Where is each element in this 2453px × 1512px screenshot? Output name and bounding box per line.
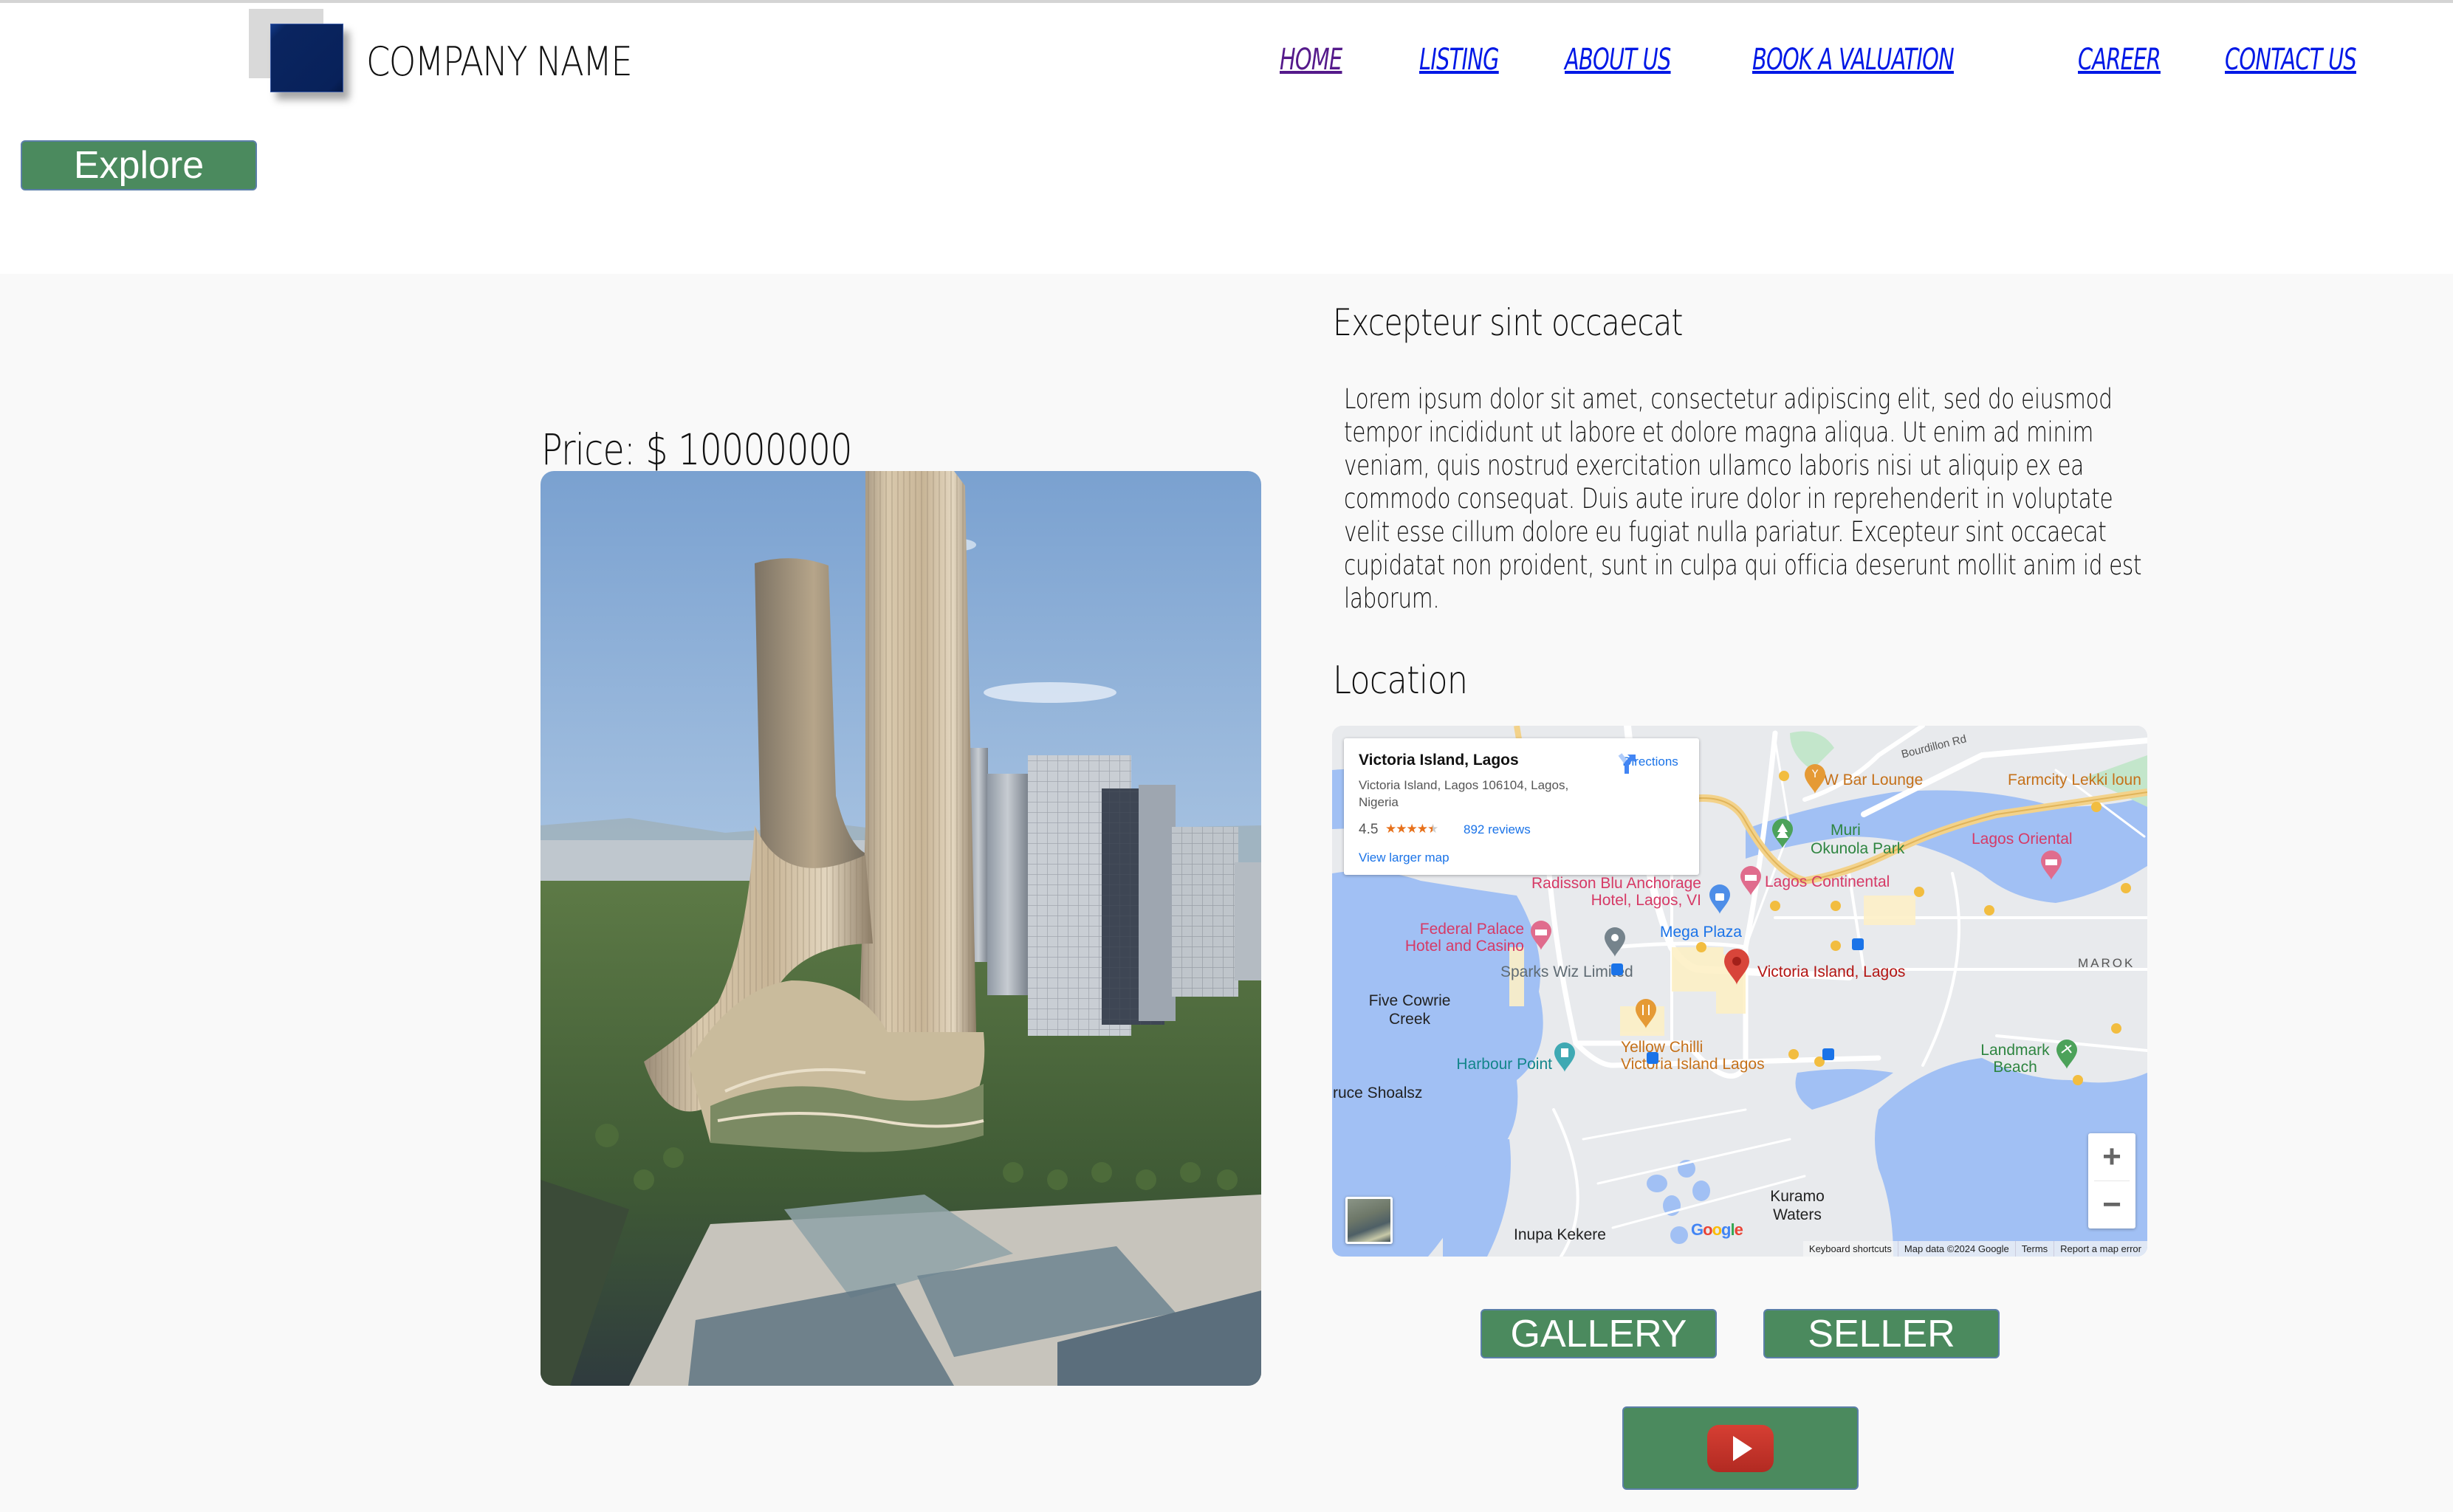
map-attribution-bar: Keyboard shortcuts Map data ©2024 Google… bbox=[1802, 1241, 2147, 1257]
map-zoom-control: + − bbox=[2088, 1133, 2135, 1228]
map-label-line: Landmark bbox=[1980, 1042, 2050, 1059]
map-label-line: Hotel, Lagos, VI bbox=[1591, 892, 1701, 909]
nav-home[interactable]: HOME bbox=[1280, 43, 1342, 77]
reviews-link[interactable]: 892 reviews bbox=[1464, 822, 1531, 837]
satellite-toggle-button[interactable] bbox=[1345, 1197, 1393, 1244]
map-label-hotel[interactable]: Radisson Blu Anchorage Hotel, Lagos, VI bbox=[1523, 875, 1701, 909]
map-label-hotel[interactable]: Lagos Continental bbox=[1765, 873, 1890, 891]
map-label-line: Kuramo bbox=[1770, 1188, 1825, 1205]
view-larger-map-link[interactable]: View larger map bbox=[1359, 850, 1450, 865]
place-title: Victoria Island, Lagos bbox=[1359, 752, 1519, 769]
map-label-poi[interactable]: W Bar Lounge bbox=[1824, 772, 1923, 789]
video-button[interactable] bbox=[1622, 1406, 1859, 1490]
map-label-line: Waters bbox=[1773, 1206, 1822, 1223]
map-label-line: Beach bbox=[1993, 1059, 2037, 1076]
map-label-line: Five Cowrie bbox=[1368, 992, 1451, 1009]
map-label-poi[interactable]: Farmcity Lekki loun bbox=[2008, 772, 2141, 789]
map-label-restaurant[interactable]: Yellow Chilli Victoria Island Lagos bbox=[1621, 1039, 1765, 1073]
map-label-area: ruce Shoalsz bbox=[1333, 1085, 1423, 1102]
map-label-selected-place[interactable]: Victoria Island, Lagos bbox=[1757, 963, 1905, 981]
logo-front-square bbox=[270, 24, 343, 92]
embedded-map[interactable]: Bourdillon Rd W Bar Lounge Farmcity Lekk… bbox=[1332, 726, 2147, 1257]
map-label-line: Federal Palace bbox=[1419, 921, 1524, 938]
map-label-mall[interactable]: Mega Plaza bbox=[1660, 924, 1742, 941]
listing-title: Excepteur sint occaecat bbox=[1333, 301, 1683, 344]
top-border bbox=[0, 0, 2453, 3]
map-label-hotel[interactable]: Federal Palace Hotel and Casino bbox=[1369, 921, 1524, 955]
map-label-hotel[interactable]: Lagos Oriental bbox=[1972, 831, 2073, 848]
nav-contact-us[interactable]: CONTACT US bbox=[2225, 43, 2357, 77]
google-logo: Google bbox=[1691, 1220, 1743, 1239]
seller-button[interactable]: SELLER bbox=[1763, 1309, 2000, 1358]
youtube-play-icon bbox=[1707, 1424, 1774, 1472]
map-label-attraction[interactable]: Harbour Point bbox=[1449, 1056, 1552, 1073]
place-address: Victoria Island, Lagos 106104, Lagos, Ni… bbox=[1359, 778, 1569, 809]
map-label-park[interactable]: Muri bbox=[1831, 822, 1861, 839]
listing-description: Lorem ipsum dolor sit amet, consectetur … bbox=[1344, 383, 2142, 614]
map-label-area: MAROK bbox=[2078, 956, 2135, 970]
report-map-error-link[interactable]: Report a map error bbox=[2054, 1241, 2147, 1257]
explore-button[interactable]: Explore bbox=[21, 140, 257, 190]
company-name: COMPANY NAME bbox=[366, 38, 633, 85]
price-label: Price: $ 10000000 bbox=[541, 425, 852, 475]
place-rating: 4.5 bbox=[1359, 822, 1379, 837]
zoom-out-button[interactable]: − bbox=[2088, 1181, 2135, 1228]
map-label-business[interactable]: Sparks Wiz Limited bbox=[1500, 963, 1633, 981]
map-label-line: Yellow Chilli bbox=[1621, 1039, 1704, 1056]
map-label-line: Creek bbox=[1388, 1011, 1431, 1028]
map-label-park[interactable]: Okunola Park bbox=[1811, 840, 1904, 858]
zoom-in-button[interactable]: + bbox=[2088, 1133, 2135, 1181]
property-photo bbox=[541, 471, 1261, 1386]
play-triangle bbox=[1733, 1435, 1752, 1461]
keyboard-shortcuts-link[interactable]: Keyboard shortcuts bbox=[1803, 1241, 1898, 1257]
map-label-beach[interactable]: Landmark Beach bbox=[1975, 1042, 2056, 1076]
map-label-area: Inupa Kekere bbox=[1514, 1226, 1606, 1243]
map-data-label: Map data ©2024 Google bbox=[1897, 1241, 2015, 1257]
nav-book-a-valuation[interactable]: BOOK A VALUATION bbox=[1752, 43, 1955, 77]
skyscraper-image bbox=[541, 471, 1261, 1386]
directions-button[interactable]: Directions bbox=[1617, 753, 1684, 774]
terms-link[interactable]: Terms bbox=[2014, 1241, 2054, 1257]
rating-stars-icon: ★★★★★ bbox=[1385, 822, 1438, 836]
map-label-line: Victoria Island Lagos bbox=[1621, 1056, 1765, 1073]
place-info-card: Victoria Island, Lagos Victoria Island, … bbox=[1344, 738, 1699, 875]
directions-icon bbox=[1618, 753, 1636, 774]
map-label-area: Five Cowrie Creek bbox=[1354, 992, 1465, 1028]
nav-about-us[interactable]: ABOUT US bbox=[1565, 43, 1671, 77]
map-label-line: Radisson Blu Anchorage bbox=[1531, 875, 1701, 892]
gallery-button[interactable]: GALLERY bbox=[1481, 1309, 1717, 1358]
map-label-road: Bourdillon Rd bbox=[1900, 732, 1968, 761]
nav-career[interactable]: CAREER bbox=[2078, 43, 2161, 77]
nav-listing[interactable]: LISTING bbox=[1419, 43, 1499, 77]
map-label-area: Kuramo Waters bbox=[1760, 1187, 1834, 1224]
location-heading: Location bbox=[1333, 659, 1468, 703]
map-label-line: Hotel and Casino bbox=[1404, 938, 1524, 955]
